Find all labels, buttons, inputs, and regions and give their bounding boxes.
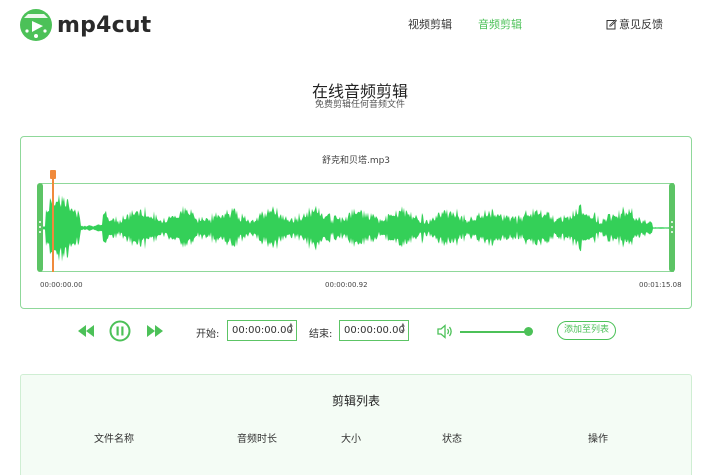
volume-slider-track[interactable] xyxy=(460,331,528,333)
waveform[interactable] xyxy=(41,184,674,272)
feedback-link[interactable]: 意见反馈 xyxy=(606,16,663,32)
clip-list-card: 剪辑列表 文件名称 音频时长 大小 状态 操作 xyxy=(20,374,692,475)
start-time-label: 开始: xyxy=(196,329,220,340)
clip-list-title: 剪辑列表 xyxy=(331,394,380,408)
start-time-stepper[interactable]: ▲ ▼ xyxy=(289,322,293,336)
playhead-line[interactable] xyxy=(52,171,54,272)
end-time-label: 结束: xyxy=(309,329,333,340)
waveform-region[interactable] xyxy=(37,183,675,272)
add-to-list-button[interactable]: 添加至列表 xyxy=(557,321,616,340)
column-header-actions: 操作 xyxy=(588,434,608,445)
audio-editor-card: 舒克和贝塔.mp3 00:00:00.00 00:00:00.92 00:01:… xyxy=(20,136,692,309)
pause-icon[interactable] xyxy=(109,320,131,342)
feedback-label: 意见反馈 xyxy=(619,18,663,31)
right-trim-handle[interactable] xyxy=(669,183,675,272)
playhead-marker[interactable] xyxy=(50,170,56,179)
time-label-current: 00:00:00.92 xyxy=(325,281,368,289)
page-subtitle: 免费剪辑任何音频文件 xyxy=(314,100,405,110)
time-label-end: 00:01:15.08 xyxy=(639,281,682,289)
nav-video-edit[interactable]: 视频剪辑 xyxy=(408,16,452,32)
volume-slider-handle[interactable] xyxy=(524,327,533,336)
logo-icon xyxy=(20,9,52,41)
file-name: 舒克和贝塔.mp3 xyxy=(321,156,391,166)
top-header: mp4cut 视频剪辑 音频剪辑 意见反馈 xyxy=(0,0,720,48)
end-time-stepper[interactable]: ▲ ▼ xyxy=(401,322,405,336)
column-header-status: 状态 xyxy=(442,434,462,445)
column-header-file-name: 文件名称 xyxy=(94,434,134,445)
end-time-input[interactable] xyxy=(339,320,409,341)
left-trim-handle[interactable] xyxy=(37,183,43,272)
rewind-icon[interactable] xyxy=(78,325,94,337)
column-header-duration: 音频时长 xyxy=(237,434,277,445)
logo-text: mp4cut xyxy=(57,12,152,38)
nav-audio-edit[interactable]: 音频剪辑 xyxy=(478,16,522,32)
playback-controls: 开始: ▲▼ 结束: ▲▼ 添加至列表 xyxy=(0,316,720,346)
time-label-start: 00:00:00.00 xyxy=(40,281,83,289)
volume-icon[interactable] xyxy=(437,324,453,339)
logo[interactable]: mp4cut xyxy=(18,7,151,43)
fast-forward-icon[interactable] xyxy=(147,325,163,337)
column-header-size: 大小 xyxy=(341,434,361,445)
start-time-input[interactable] xyxy=(227,320,297,341)
edit-note-icon xyxy=(606,18,617,29)
